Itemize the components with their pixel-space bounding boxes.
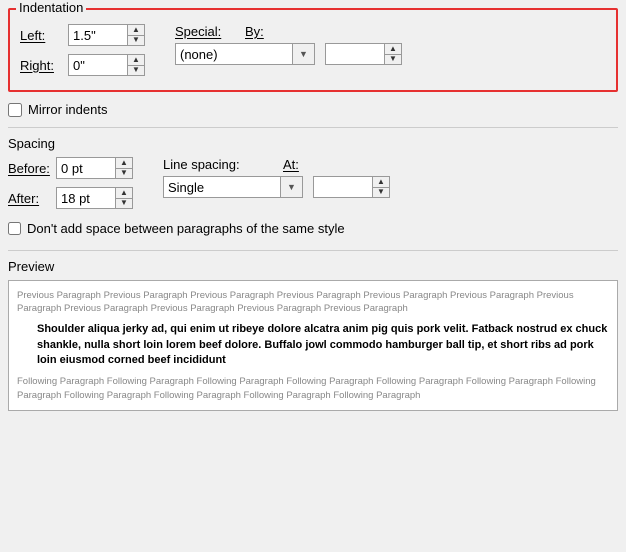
preview-label: Preview — [8, 259, 618, 274]
mirror-indents-label[interactable]: Mirror indents — [28, 102, 107, 117]
right-decrement[interactable]: ▼ — [128, 65, 144, 76]
special-label: Special: — [175, 24, 235, 39]
after-decrement[interactable]: ▼ — [116, 198, 132, 209]
preview-previous-paragraph: Previous Paragraph Previous Paragraph Pr… — [17, 289, 609, 316]
at-label: At: — [283, 157, 313, 172]
left-decrement[interactable]: ▼ — [128, 35, 144, 46]
right-field-row: Right: ▲ ▼ — [20, 54, 145, 76]
right-label: Right: — [20, 58, 68, 73]
dont-add-label[interactable]: Don't add space between paragraphs of th… — [27, 221, 345, 236]
right-spinner[interactable]: ▲ ▼ — [68, 54, 145, 76]
after-spinner[interactable]: ▲ ▼ — [56, 187, 133, 209]
dont-add-checkbox[interactable] — [8, 222, 21, 235]
left-label: Left: — [20, 28, 68, 43]
divider-2 — [8, 250, 618, 251]
at-input[interactable] — [314, 177, 372, 197]
special-dropdown-arrow: ▼ — [292, 44, 314, 64]
dont-add-row: Don't add space between paragraphs of th… — [8, 221, 618, 236]
special-dropdown[interactable]: (none) First line Hanging ▼ — [175, 43, 315, 65]
preview-section: Preview Previous Paragraph Previous Para… — [8, 259, 618, 411]
special-by-controls: (none) First line Hanging ▼ ▲ ▼ — [175, 43, 402, 65]
before-label: Before: — [8, 161, 56, 176]
line-spacing-dropdown[interactable]: Single 1.5 lines Double At least Exactly… — [163, 176, 303, 198]
at-increment[interactable]: ▲ — [373, 177, 389, 187]
before-input[interactable] — [57, 158, 115, 178]
after-increment[interactable]: ▲ — [116, 188, 132, 198]
line-spacing-fields: Line spacing: At: Single 1.5 lines Doubl… — [163, 157, 390, 202]
indentation-label: Indentation — [16, 0, 86, 15]
special-select[interactable]: (none) First line Hanging — [176, 44, 292, 64]
before-increment[interactable]: ▲ — [116, 158, 132, 168]
line-spacing-controls: Single 1.5 lines Double At least Exactly… — [163, 176, 390, 198]
by-increment[interactable]: ▲ — [385, 44, 401, 54]
line-spacing-labels-row: Line spacing: At: — [163, 157, 390, 172]
left-increment[interactable]: ▲ — [128, 25, 144, 35]
before-spinner[interactable]: ▲ ▼ — [56, 157, 133, 179]
mirror-indents-checkbox[interactable] — [8, 103, 22, 117]
line-spacing-arrow: ▼ — [280, 177, 302, 197]
special-by-fields: Special: By: (none) First line Hanging ▼ — [175, 24, 402, 69]
by-input[interactable] — [326, 44, 384, 64]
by-spinner[interactable]: ▲ ▼ — [325, 43, 402, 65]
spacing-section: Spacing Before: ▲ ▼ After: — [8, 136, 618, 236]
divider-1 — [8, 127, 618, 128]
left-field-row: Left: ▲ ▼ — [20, 24, 145, 46]
paragraph-dialog: Indentation Left: ▲ ▼ — [8, 8, 618, 411]
left-input[interactable] — [69, 25, 127, 45]
by-label: By: — [245, 24, 275, 39]
line-spacing-select[interactable]: Single 1.5 lines Double At least Exactly… — [164, 177, 280, 197]
spacing-fields-grid: Before: ▲ ▼ After: ▲ — [8, 157, 618, 213]
preview-box: Previous Paragraph Previous Paragraph Pr… — [8, 280, 618, 411]
right-input[interactable] — [69, 55, 127, 75]
mirror-indents-row: Mirror indents — [8, 102, 618, 117]
preview-following-paragraph: Following Paragraph Following Paragraph … — [17, 375, 609, 402]
after-label: After: — [8, 191, 56, 206]
preview-main-paragraph: Shoulder aliqua jerky ad, qui enim ut ri… — [37, 322, 609, 370]
line-spacing-label: Line spacing: — [163, 157, 273, 172]
after-row: After: ▲ ▼ — [8, 187, 133, 209]
spacing-label: Spacing — [8, 136, 618, 151]
special-row: Special: By: — [175, 24, 402, 39]
after-input[interactable] — [57, 188, 115, 208]
by-decrement[interactable]: ▼ — [385, 54, 401, 65]
before-decrement[interactable]: ▼ — [116, 168, 132, 179]
indentation-section: Indentation Left: ▲ ▼ — [8, 8, 618, 92]
left-spinner[interactable]: ▲ ▼ — [68, 24, 145, 46]
at-spinner[interactable]: ▲ ▼ — [313, 176, 390, 198]
at-decrement[interactable]: ▼ — [373, 187, 389, 198]
right-increment[interactable]: ▲ — [128, 55, 144, 65]
before-row: Before: ▲ ▼ — [8, 157, 133, 179]
